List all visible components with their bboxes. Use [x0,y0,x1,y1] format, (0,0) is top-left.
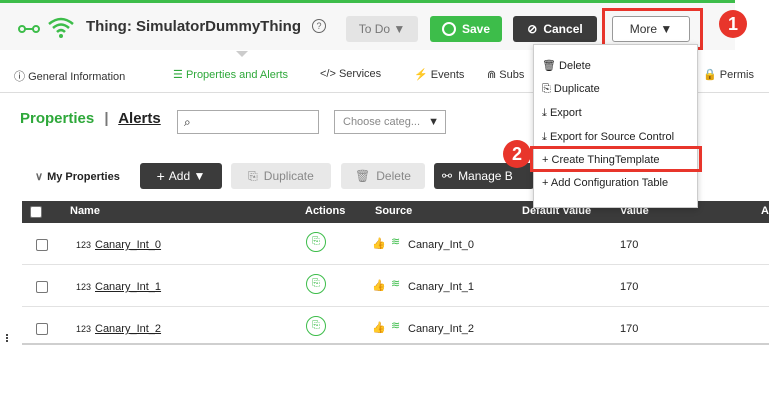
code-icon: </> [320,68,336,80]
alerts-link[interactable]: Alerts [118,110,161,127]
wifi-icon: ≋ [391,278,401,290]
link-icon: ⚯ [442,169,453,183]
thumbs-up-icon: 👍 [372,322,386,334]
highlight-create-thingtemplate [530,146,702,172]
tab-pointer [236,51,248,57]
connection-icon [18,22,40,34]
tab-permissions[interactable]: 🔒 Permis [703,68,754,81]
thumbs-up-icon: 👍 [372,238,386,250]
page-title: Thing: SimulatorDummyThing [86,18,301,35]
info-icon[interactable]: ? [312,19,326,33]
tab-services[interactable]: </> Services [320,68,381,80]
type-badge: 123 [76,282,92,292]
callout-2: 2 [503,140,531,168]
select-all-checkbox[interactable] [30,206,42,218]
type-badge: 123 [76,240,92,250]
group-toggle[interactable]: ∨ My Properties [35,170,120,183]
duplicate-action-icon[interactable]: ⎘ [306,316,326,336]
chevron-down-icon: ▼ [428,116,439,128]
duplicate-button[interactable]: ⎘ Duplicate [231,163,331,189]
column-extra[interactable]: A [761,205,769,217]
column-source[interactable]: Source [375,205,412,217]
lightning-icon: ⚡ [414,69,428,81]
save-button[interactable]: Save [430,16,502,42]
type-badge: 123 [76,324,92,334]
wifi-icon: ≋ [391,236,401,248]
menu-item-delete[interactable]: 🗑 Delete [542,59,591,72]
row-checkbox[interactable] [36,281,48,293]
trash-icon: 🗑 [542,60,556,72]
source-value: Canary_Int_0 [408,239,475,251]
tab-properties-and-alerts[interactable]: ☰ Properties and Alerts [173,68,288,81]
property-name-link[interactable]: Canary_Int_1 [95,281,161,293]
category-select[interactable]: Choose categ... ▼ [334,110,446,134]
download-icon: ⤓ [542,107,547,119]
delete-button[interactable]: 🗑 Delete [341,163,425,189]
wifi-icon [46,14,76,40]
tab-general-information[interactable]: ⓘ General Information [14,68,125,84]
column-name[interactable]: Name [70,205,100,217]
menu-item-duplicate[interactable]: ⎘ Duplicate [542,83,600,96]
trash-icon: 🗑 [355,169,371,183]
plus-icon: + [542,177,549,189]
source-value: Canary_Int_1 [408,281,475,293]
duplicate-action-icon[interactable]: ⎘ [306,232,326,252]
cancel-button[interactable]: ⊘ Cancel [513,16,597,42]
circle-icon [441,22,456,36]
source-value: Canary_Int_2 [408,323,475,335]
tab-subscriptions[interactable]: ⋒ Subs [487,68,524,81]
property-name-link[interactable]: Canary_Int_0 [95,239,161,251]
todo-button[interactable]: To Do ▼ [346,16,418,42]
tab-events[interactable]: ⚡ Events [414,68,464,81]
more-menu: 🗑 Delete ⎘ Duplicate ⤓ Export ⤓ Export f… [533,44,698,208]
download-icon: ⤓ [542,131,547,143]
row-marker [6,334,11,342]
search-input[interactable]: ⌕ [177,110,319,134]
menu-item-export[interactable]: ⤓ Export [542,107,582,120]
list-icon: ☰ [173,69,183,81]
info-circle-icon: ⓘ [14,71,25,83]
callout-1: 1 [719,10,747,38]
properties-link[interactable]: Properties [20,110,94,127]
value-cell: 170 [620,281,639,293]
chevron-down-icon: ∨ [35,171,44,183]
wifi-icon: ≋ [391,320,401,332]
menu-item-export-source-control[interactable]: ⤓ Export for Source Control [542,131,674,144]
property-name-link[interactable]: Canary_Int_2 [95,323,161,335]
plus-icon: + [156,168,165,184]
thumbs-up-icon: 👍 [372,280,386,292]
duplicate-icon: ⎘ [248,168,258,183]
table-row: 123 Canary_Int_0 ⎘ 👍 ≋ Canary_Int_0 170 [22,223,769,265]
add-button[interactable]: + Add ▼ [140,163,222,189]
row-checkbox[interactable] [36,239,48,251]
value-cell: 170 [620,239,639,251]
menu-item-add-configuration-table[interactable]: + Add Configuration Table [542,177,668,189]
duplicate-icon: ⎘ [542,83,551,95]
chevron-down-icon: ▼ [193,169,206,183]
chevron-down-icon: ▼ [393,22,406,36]
cancel-icon: ⊘ [527,22,538,36]
duplicate-action-icon[interactable]: ⎘ [306,274,326,294]
table-row: 123 Canary_Int_1 ⎘ 👍 ≋ Canary_Int_1 170 [22,265,769,307]
lock-icon: 🔒 [703,69,717,81]
column-actions: Actions [305,205,346,217]
section-title: Properties | Alerts [20,110,161,127]
row-checkbox[interactable] [36,323,48,335]
table-bottom-edge [22,343,769,345]
signal-icon: ⋒ [487,69,497,81]
search-icon: ⌕ [184,115,191,129]
value-cell: 170 [620,323,639,335]
